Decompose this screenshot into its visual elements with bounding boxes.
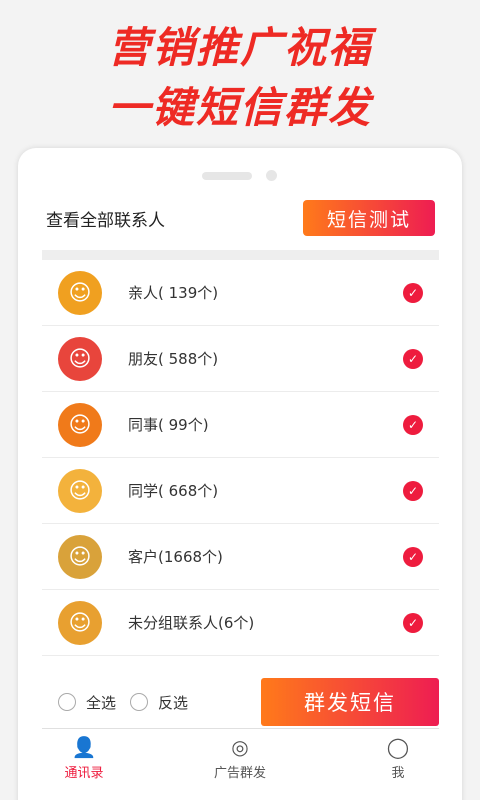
- group-label: 同学( 668个): [128, 482, 219, 500]
- client-money-icon: ☺: [58, 535, 102, 579]
- divider-band: [42, 250, 439, 260]
- ungrouped-person-icon: ☺: [58, 601, 102, 645]
- group-label: 客户(1668个): [128, 548, 223, 566]
- check-icon[interactable]: ✓: [403, 481, 423, 501]
- group-label: 同事( 99个): [128, 416, 209, 434]
- classmate-icon: ☺: [58, 469, 102, 513]
- tab-bar-divider: [42, 728, 439, 729]
- invert-radio[interactable]: [130, 693, 148, 711]
- page-title: 查看全部联系人: [46, 211, 165, 231]
- select-all-label[interactable]: 全选: [86, 692, 116, 713]
- check-icon[interactable]: ✓: [403, 613, 423, 633]
- contacts-icon: 👤: [71, 735, 97, 759]
- friend-waving-icon: ☺: [58, 337, 102, 381]
- action-bar: 全选 反选 群发短信: [42, 678, 439, 726]
- sms-test-button[interactable]: 短信测试: [303, 200, 435, 236]
- tab-contacts[interactable]: 👤 通讯录: [34, 734, 134, 781]
- phone-speaker: [202, 172, 252, 180]
- mass-send-button[interactable]: 群发短信: [261, 678, 439, 726]
- tab-label: 我: [391, 766, 405, 781]
- colleague-icon: ☺: [58, 403, 102, 447]
- phone-frame: 查看全部联系人 短信测试 ☺ 亲人( 139个) ✓ ☺ 朋友( 588个) ✓…: [18, 148, 462, 800]
- group-row-friends[interactable]: ☺ 朋友( 588个) ✓: [42, 326, 439, 392]
- check-icon[interactable]: ✓: [403, 349, 423, 369]
- phone-camera: [266, 170, 277, 181]
- invert-label[interactable]: 反选: [158, 692, 188, 713]
- promo-headline-1: 营销推广祝福: [107, 23, 372, 72]
- promo-headline-2: 一键短信群发: [107, 83, 372, 132]
- group-label: 朋友( 588个): [128, 350, 219, 368]
- tab-label: 通讯录: [64, 766, 104, 781]
- group-row-ungrouped[interactable]: ☺ 未分组联系人(6个) ✓: [42, 590, 439, 656]
- check-icon[interactable]: ✓: [403, 415, 423, 435]
- group-row-relatives[interactable]: ☺ 亲人( 139个) ✓: [42, 260, 439, 326]
- group-row-colleagues[interactable]: ☺ 同事( 99个) ✓: [42, 392, 439, 458]
- contact-group-list: ☺ 亲人( 139个) ✓ ☺ 朋友( 588个) ✓ ☺ 同事( 99个) ✓…: [42, 260, 439, 656]
- family-group-icon: ☺: [58, 271, 102, 315]
- group-label: 未分组联系人(6个): [128, 614, 255, 632]
- select-all-radio[interactable]: [58, 693, 76, 711]
- group-label: 亲人( 139个): [128, 284, 219, 302]
- compass-icon: ◎: [231, 735, 249, 759]
- tab-ad-broadcast[interactable]: ◎ 广告群发: [190, 734, 290, 781]
- check-icon[interactable]: ✓: [403, 547, 423, 567]
- check-icon[interactable]: ✓: [403, 283, 423, 303]
- tab-label: 广告群发: [213, 766, 266, 781]
- group-row-classmates[interactable]: ☺ 同学( 668个) ✓: [42, 458, 439, 524]
- person-icon: ◯: [386, 735, 410, 759]
- tab-me[interactable]: ◯ 我: [348, 734, 448, 781]
- group-row-clients[interactable]: ☺ 客户(1668个) ✓: [42, 524, 439, 590]
